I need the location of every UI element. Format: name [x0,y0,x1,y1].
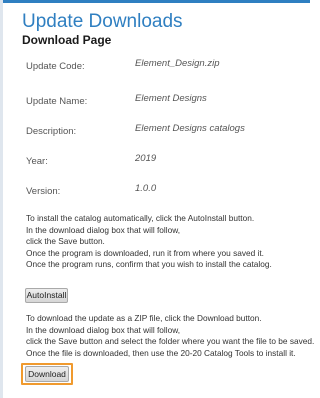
field-value: 1.0.0 [135,183,157,194]
page-subtitle: Download Page [22,33,112,47]
field-row-update-name: Update Name: Element Designs [0,93,310,111]
page-title: Update Downloads [22,11,183,32]
field-value: 2019 [135,153,157,164]
field-label: Description: [26,126,77,137]
zip-instruction-line: To download the update as a ZIP file, cl… [26,313,262,323]
field-value: Element Designs catalogs [135,123,245,134]
zip-instruction-line: In the download dialog box that will fol… [26,324,181,335]
zip-instruction-line: Once the file is downloaded, then use th… [26,347,296,358]
autoinstall-button[interactable]: AutoInstall [25,288,68,303]
field-label: Update Name: [26,96,88,107]
field-row-description: Description: Element Designs catalogs [0,123,310,141]
download-button[interactable]: Download [25,366,69,382]
zip-instruction-line: click the Save button and select the fol… [26,336,315,346]
update-downloads-page: Update Downloads Download Page Update Co… [0,0,314,398]
autoinstall-instruction-line: To install the catalog automatically, cl… [26,213,255,223]
field-row-year: Year: 2019 [0,153,310,171]
top-border [0,0,310,3]
field-value: Element Designs [135,93,207,104]
autoinstall-instruction-line: click the Save button. [26,236,105,246]
autoinstall-instruction-line: In the download dialog box that will fol… [26,224,181,235]
field-value: Element_Design.zip [135,58,220,69]
field-label: Version: [26,186,61,197]
autoinstall-instruction-line: Once the program is downloaded, run it f… [26,247,264,258]
autoinstall-instruction-line: Once the program runs, confirm that you … [26,259,272,269]
field-row-update-code: Update Code: Element_Design.zip [0,58,310,76]
field-label: Update Code: [26,61,85,72]
field-label: Year: [26,156,48,167]
field-row-version: Version: 1.0.0 [0,183,310,201]
